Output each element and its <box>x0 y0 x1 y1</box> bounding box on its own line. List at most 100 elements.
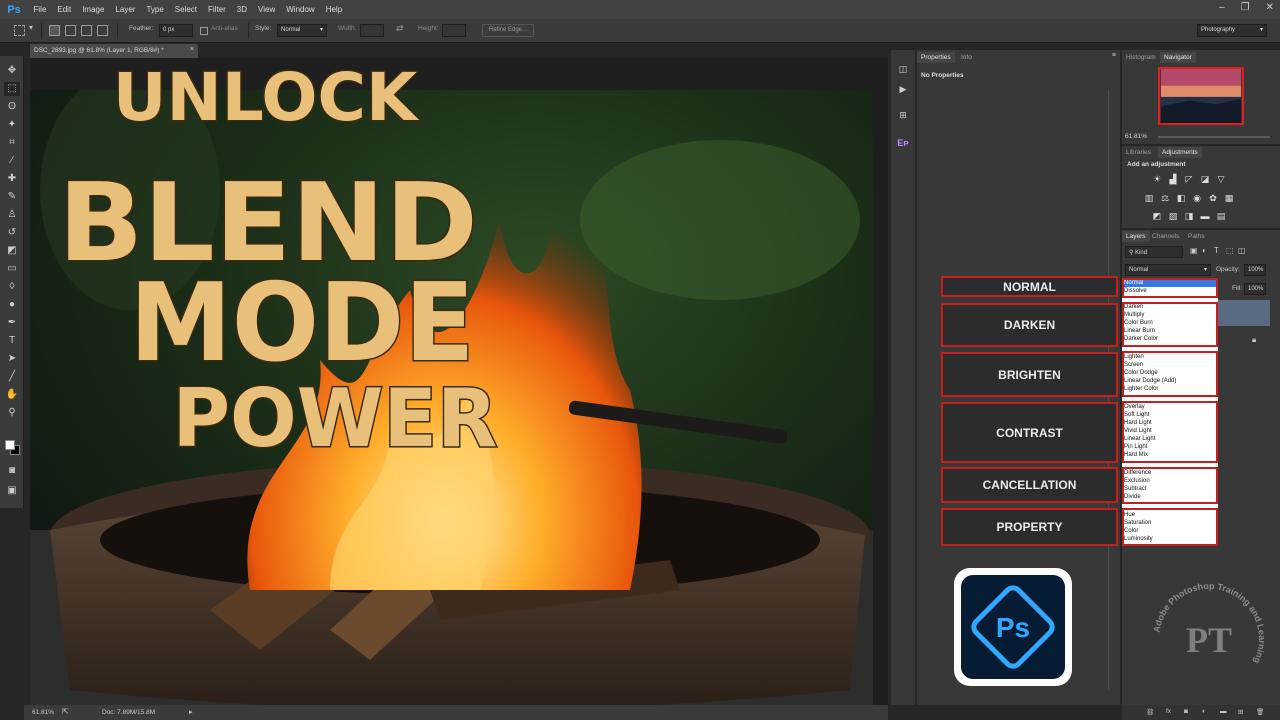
magic-wand-tool-icon[interactable]: ✦ <box>4 118 20 132</box>
gradient-tool-icon[interactable]: ▭ <box>4 262 20 276</box>
workspace-select[interactable]: Photography ▾ <box>1197 24 1267 37</box>
layer-comps-icon[interactable]: ⊞ <box>895 108 911 122</box>
tab-histogram[interactable]: Histogram <box>1122 52 1160 63</box>
gradient-map-icon[interactable]: ▤ <box>1216 211 1226 221</box>
tool-preset-chevron-icon[interactable]: ▾ <box>29 23 33 32</box>
history-panel-icon[interactable]: ◫ <box>895 62 911 76</box>
width-input[interactable] <box>360 24 384 37</box>
dodge-tool-icon[interactable]: ● <box>4 298 20 312</box>
menu-filter[interactable]: Filter <box>203 5 232 14</box>
type-tool-icon[interactable]: T <box>4 334 20 348</box>
anti-alias-checkbox[interactable] <box>200 27 208 35</box>
restore-button[interactable]: ❐ <box>1241 2 1250 13</box>
eraser-tool-icon[interactable]: ◩ <box>4 244 20 258</box>
refine-edge-button[interactable]: Refine Edge... <box>482 24 535 37</box>
style-select[interactable]: Normal ▾ <box>277 24 327 37</box>
path-selection-tool-icon[interactable]: ➤ <box>4 352 20 366</box>
threshold-icon[interactable]: ◨ <box>1184 211 1194 221</box>
tab-adjustments[interactable]: Adjustments <box>1158 147 1202 158</box>
fill-input[interactable]: 100% <box>1244 283 1266 295</box>
brightness-contrast-icon[interactable]: ☀ <box>1152 174 1162 184</box>
minimize-button[interactable]: – <box>1219 2 1225 13</box>
blur-tool-icon[interactable]: ◊ <box>4 280 20 294</box>
adjustment-layer-icon[interactable]: ◐ <box>1202 708 1206 715</box>
status-arrow-icon[interactable]: ▸ <box>189 708 193 716</box>
folder-icon[interactable]: ▬ <box>1220 708 1227 715</box>
navigator-thumbnail[interactable] <box>1158 67 1244 125</box>
lasso-tool-icon[interactable]: ʘ <box>4 100 20 114</box>
clone-stamp-tool-icon[interactable]: ♙ <box>4 208 20 222</box>
move-tool-icon[interactable]: ✥ <box>4 64 20 78</box>
vibrance-icon[interactable]: ▽ <box>1216 174 1226 184</box>
tab-properties[interactable]: Properties <box>917 52 955 63</box>
eyedropper-tool-icon[interactable]: ⁄ <box>4 154 20 168</box>
status-zoom[interactable]: 61.81% <box>32 709 54 716</box>
posterize-icon[interactable]: ▨ <box>1168 211 1178 221</box>
invert-icon[interactable]: ◩ <box>1152 211 1162 221</box>
line-tool-icon[interactable]: ╱ <box>4 370 20 384</box>
opacity-input[interactable]: 100% <box>1244 264 1266 276</box>
intersect-selection-icon[interactable] <box>97 25 108 36</box>
color-balance-icon[interactable]: ⚖ <box>1160 193 1170 203</box>
navigator-zoom[interactable]: 61.81% <box>1125 133 1147 140</box>
curves-icon[interactable]: ◸ <box>1184 174 1194 184</box>
document-canvas[interactable]: UNLOCK BLEND MODE POWER <box>30 58 888 705</box>
actions-panel-icon[interactable]: ▶ <box>895 82 911 96</box>
menu-layer[interactable]: Layer <box>110 5 141 14</box>
filter-pixel-icon[interactable]: ▣ <box>1190 246 1198 255</box>
menu-image[interactable]: Image <box>77 5 110 14</box>
height-input[interactable] <box>442 24 466 37</box>
brush-tool-icon[interactable]: ✎ <box>4 190 20 204</box>
menu-help[interactable]: Help <box>320 5 347 14</box>
filter-shape-icon[interactable]: ⬚ <box>1226 246 1234 255</box>
menu-view[interactable]: View <box>253 5 281 14</box>
tab-channels[interactable]: Channels <box>1148 231 1183 242</box>
add-selection-icon[interactable] <box>65 25 76 36</box>
history-brush-tool-icon[interactable]: ↺ <box>4 226 20 240</box>
levels-icon[interactable]: ▟ <box>1168 174 1178 184</box>
new-selection-icon[interactable] <box>49 25 60 36</box>
panel-menu-icon[interactable]: ≡ <box>1112 52 1116 59</box>
extension-panel-icon[interactable]: Eᴘ <box>895 136 911 150</box>
trash-icon[interactable]: 🗑︎ <box>1256 708 1264 716</box>
zoom-tool-icon[interactable]: ⚲ <box>4 406 20 420</box>
menu-select[interactable]: Select <box>169 5 202 14</box>
marquee-tool-icon[interactable] <box>14 25 25 36</box>
swap-icon[interactable]: ⇄ <box>396 23 404 34</box>
channel-mixer-icon[interactable]: ✿ <box>1208 193 1218 203</box>
menu-3d[interactable]: 3D <box>231 5 252 14</box>
menu-edit[interactable]: Edit <box>52 5 77 14</box>
filter-adjustment-icon[interactable]: ◐ <box>1202 246 1207 255</box>
menu-type[interactable]: Type <box>141 5 169 14</box>
selective-color-icon[interactable]: ▬ <box>1200 211 1210 221</box>
feather-input[interactable]: 0 px <box>159 24 193 37</box>
fx-icon[interactable]: fx <box>1166 708 1171 715</box>
tab-paths[interactable]: Paths <box>1184 231 1209 242</box>
hue-saturation-icon[interactable]: ▥ <box>1144 193 1154 203</box>
blend-mode-select[interactable]: Normal ▾ <box>1125 264 1211 276</box>
close-document-icon[interactable]: × <box>190 46 194 53</box>
menu-file[interactable]: File <box>28 5 52 14</box>
tab-libraries[interactable]: Libraries <box>1122 147 1155 158</box>
marquee-tool-icon[interactable]: ⬚ <box>4 82 20 96</box>
photo-filter-icon[interactable]: ◉ <box>1192 193 1202 203</box>
quick-mask-icon[interactable]: ◙ <box>4 464 20 478</box>
tab-navigator[interactable]: Navigator <box>1160 52 1196 63</box>
screen-mode-icon[interactable]: ▣ <box>4 484 20 498</box>
color-lookup-icon[interactable]: ▦ <box>1224 193 1234 203</box>
close-window-button[interactable]: ✕ <box>1266 2 1274 13</box>
kind-filter-select[interactable]: ⚲ Kind <box>1125 246 1183 258</box>
document-tab[interactable]: DSC_2893.jpg @ 61.8% (Layer 1, RGB/8#) *… <box>30 44 198 58</box>
foreground-color-swatch[interactable] <box>5 440 15 450</box>
filter-type-icon[interactable]: T <box>1214 246 1219 255</box>
subtract-selection-icon[interactable] <box>81 25 92 36</box>
hand-tool-icon[interactable]: ✋ <box>4 388 20 402</box>
filter-smart-icon[interactable]: ◫ <box>1238 246 1246 255</box>
mask-icon[interactable]: ◙ <box>1184 708 1188 715</box>
black-white-icon[interactable]: ◧ <box>1176 193 1186 203</box>
healing-brush-tool-icon[interactable]: ✚ <box>4 172 20 186</box>
new-layer-icon[interactable]: ⊞ <box>1238 708 1243 716</box>
crop-tool-icon[interactable]: ⌗ <box>4 136 20 150</box>
share-icon[interactable]: ⇱ <box>62 707 69 716</box>
pen-tool-icon[interactable]: ✒ <box>4 316 20 330</box>
